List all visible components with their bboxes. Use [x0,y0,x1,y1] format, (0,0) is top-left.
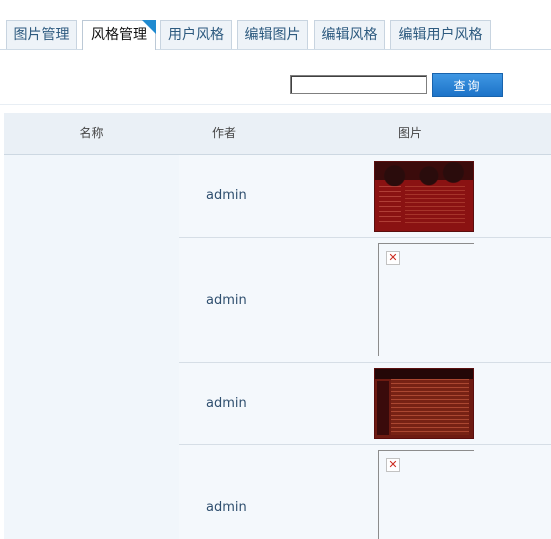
name-cell [4,445,179,539]
style-table: 名称 作者 图片 admin admin ✕ admin admin ✕ [4,113,551,539]
tab-bar: 图片管理 风格管理 用户风格 编辑图片 编辑风格 编辑用户风格 [0,0,551,50]
name-cell [4,363,179,445]
broken-image-placeholder[interactable]: ✕ [378,450,474,539]
name-cell [4,238,179,363]
author-cell: admin [206,188,247,203]
tab-image-management[interactable]: 图片管理 [6,20,77,49]
active-tab-corner-icon [142,20,156,34]
column-header-author: 作者 [211,126,236,140]
column-header-image: 图片 [397,126,422,140]
author-cell: admin [206,293,247,308]
broken-image-icon: ✕ [386,458,400,472]
style-thumbnail-image[interactable] [374,161,474,232]
author-cell: admin [206,396,247,411]
table-header: 名称 作者 图片 [4,113,551,155]
search-input[interactable] [290,75,427,94]
broken-image-placeholder[interactable]: ✕ [378,243,474,356]
tab-style-management[interactable]: 风格管理 [82,20,156,50]
table-row: admin ✕ [4,445,551,539]
search-button[interactable]: 查询 [432,73,503,97]
tab-style-management-label: 风格管理 [91,27,147,43]
tab-user-style[interactable]: 用户风格 [160,20,232,49]
table-row: admin ✕ [4,238,551,363]
style-management-page: 图片管理 风格管理 用户风格 编辑图片 编辑风格 编辑用户风格 查询 名称 作者… [0,0,551,539]
tab-edit-style[interactable]: 编辑风格 [314,20,385,49]
tab-edit-image[interactable]: 编辑图片 [237,20,308,49]
table-row: admin [4,363,551,445]
author-cell: admin [206,500,247,515]
style-thumbnail-image[interactable] [374,368,474,439]
broken-image-icon: ✕ [386,251,400,265]
table-row: admin [4,155,551,238]
name-cell [4,155,179,238]
column-header-name: 名称 [79,126,104,140]
tab-edit-user-style[interactable]: 编辑用户风格 [390,20,491,49]
divider [0,104,551,105]
